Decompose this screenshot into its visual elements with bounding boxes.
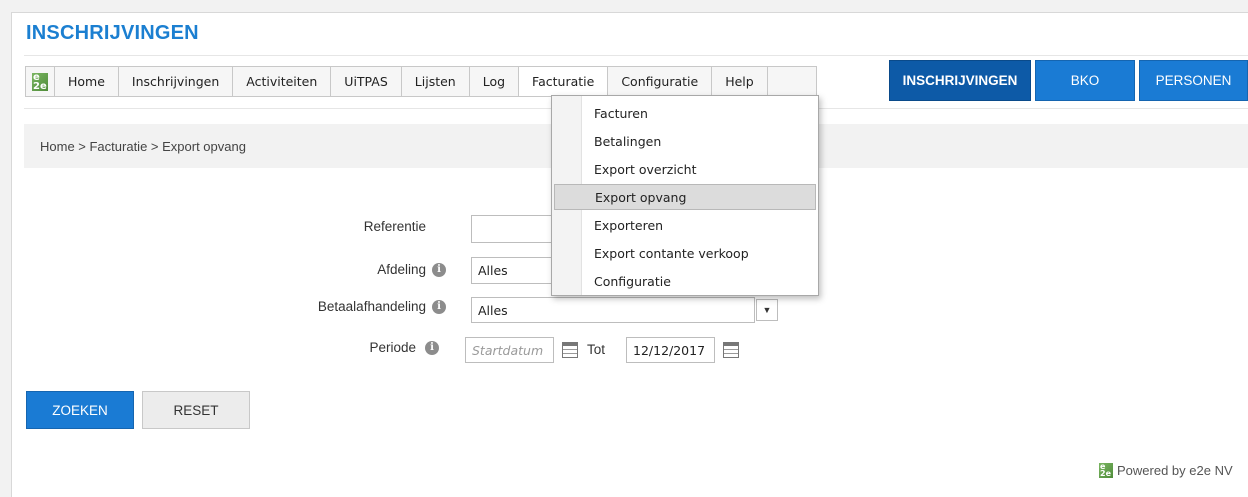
tot-label: Tot xyxy=(587,342,606,357)
betaalafhandeling-select[interactable]: Alles xyxy=(471,297,755,323)
referentie-label: Referentie xyxy=(363,219,426,234)
periode-label: Periode xyxy=(369,340,416,355)
end-calendar-icon[interactable] xyxy=(723,342,739,358)
e2e-small-logo-icon: e 2e xyxy=(1099,462,1113,478)
menu-facturatie[interactable]: Facturatie xyxy=(519,67,609,96)
dropdown-item-export-overzicht[interactable]: Export overzicht xyxy=(554,156,816,182)
bko-module-button[interactable]: BKO xyxy=(1035,60,1135,101)
zoeken-button[interactable]: ZOEKEN xyxy=(26,391,134,429)
einddatum-input[interactable]: 12/12/2017 xyxy=(626,337,715,363)
dropdown-item-betalingen[interactable]: Betalingen xyxy=(554,128,816,154)
facturatie-dropdown-menu: Facturen Betalingen Export overzicht Exp… xyxy=(551,95,819,296)
inschrijvingen-module-button[interactable]: INSCHRIJVINGEN xyxy=(889,60,1031,101)
betaalafhandeling-dropdown-icon[interactable]: ▼ xyxy=(756,299,778,321)
menu-help[interactable]: Help xyxy=(712,67,768,96)
window-top-frame xyxy=(0,0,1248,13)
menu-lijsten[interactable]: Lijsten xyxy=(402,67,470,96)
breadcrumb-text: Home > Facturatie > Export opvang xyxy=(40,138,246,154)
e2e-logo-icon: e 2e xyxy=(32,71,48,92)
menu-log[interactable]: Log xyxy=(470,67,520,96)
periode-info-icon[interactable]: i xyxy=(425,341,439,355)
title-divider xyxy=(24,55,1248,56)
powered-by-text: Powered by e2e NV xyxy=(1117,463,1233,478)
dropdown-item-facturen[interactable]: Facturen xyxy=(554,100,816,126)
start-calendar-icon[interactable] xyxy=(562,342,578,358)
powered-by[interactable]: e 2e Powered by e2e NV xyxy=(1099,463,1233,478)
dropdown-item-export-contante-verkoop[interactable]: Export contante verkoop xyxy=(554,240,816,266)
menu-uitpas[interactable]: UiTPAS xyxy=(331,67,402,96)
window-left-frame xyxy=(0,12,12,497)
main-menubar: e 2e Home Inschrijvingen Activiteiten UiT… xyxy=(25,66,817,97)
e2e-logo[interactable]: e 2e xyxy=(26,67,55,96)
menu-activiteiten[interactable]: Activiteiten xyxy=(233,67,332,96)
app-title: INSCHRIJVINGEN xyxy=(26,22,199,44)
menu-configuratie[interactable]: Configuratie xyxy=(608,67,713,96)
referentie-input[interactable] xyxy=(471,215,561,243)
menu-home[interactable]: Home xyxy=(55,67,119,96)
afdeling-label: Afdeling xyxy=(377,262,426,277)
menu-inschrijvingen[interactable]: Inschrijvingen xyxy=(119,67,234,96)
dropdown-item-exporteren[interactable]: Exporteren xyxy=(554,212,816,238)
dropdown-item-configuratie[interactable]: Configuratie xyxy=(554,268,816,294)
personen-module-button[interactable]: PERSONEN xyxy=(1139,60,1248,101)
betaalafhandeling-label: Betaalafhandeling xyxy=(317,299,426,314)
afdeling-select[interactable]: Alles xyxy=(471,257,561,284)
startdatum-input[interactable]: Startdatum xyxy=(465,337,554,363)
reset-button[interactable]: RESET xyxy=(142,391,250,429)
betaalafhandeling-info-icon[interactable]: i xyxy=(432,300,446,314)
afdeling-info-icon[interactable]: i xyxy=(432,263,446,277)
dropdown-item-export-opvang[interactable]: Export opvang xyxy=(554,184,816,210)
